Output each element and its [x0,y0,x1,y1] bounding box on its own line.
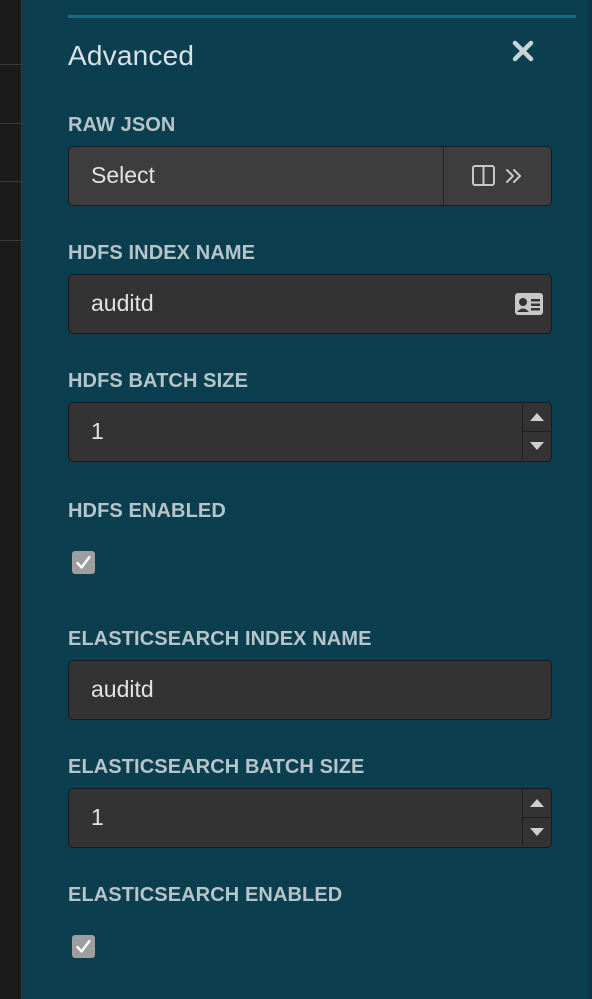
panel-title: Advanced [68,40,195,71]
sidebar-divider [0,240,22,241]
double-chevron-right-icon [506,169,521,183]
caret-up-icon[interactable] [523,789,551,818]
close-icon[interactable] [510,38,536,64]
raw-json-select-value: Select [91,162,155,188]
hdfs-enabled-label: HDFS ENABLED [68,500,226,522]
sidebar-divider [0,123,22,124]
raw-json-select[interactable]: Select [68,146,552,206]
panel-right-edge [588,0,592,999]
sidebar-divider [0,181,22,182]
es-enabled-label: ELASTICSEARCH ENABLED [68,884,343,906]
es-index-name-label: ELASTICSEARCH INDEX NAME [68,628,372,650]
check-icon [76,555,91,569]
caret-down-icon[interactable] [523,818,551,846]
sidebar-divider [0,64,22,65]
hdfs-index-name-value: auditd [91,290,154,316]
hdfs-batch-size-input[interactable]: 1 [68,402,552,462]
es-enabled-checkbox[interactable] [72,935,95,958]
contact-card-icon[interactable] [514,292,544,321]
hdfs-batch-size-label: HDFS BATCH SIZE [68,370,249,392]
hdfs-index-name-input[interactable]: auditd [68,274,552,334]
hdfs-batch-size-value: 1 [91,418,104,444]
panel-top-rule [68,15,576,18]
es-index-name-input[interactable]: auditd [68,660,552,720]
es-batch-size-spinner [522,789,551,846]
caret-up-icon[interactable] [523,403,551,432]
split-view-icon [472,165,495,186]
left-sidebar-strip [0,0,22,999]
select-divider [443,147,444,204]
hdfs-batch-size-spinner [522,403,551,460]
select-icon-group[interactable] [472,165,528,192]
es-batch-size-label: ELASTICSEARCH BATCH SIZE [68,756,365,778]
hdfs-index-name-label: HDFS INDEX NAME [68,242,256,264]
advanced-settings-panel: Advanced RAW JSON Select HDFS INDEX NAME… [23,0,588,999]
es-index-name-value: auditd [91,676,154,702]
caret-down-icon[interactable] [523,432,551,460]
es-batch-size-input[interactable]: 1 [68,788,552,848]
raw-json-label: RAW JSON [68,114,176,136]
check-icon [76,939,91,953]
hdfs-enabled-checkbox[interactable] [72,551,95,574]
es-batch-size-value: 1 [91,804,104,830]
